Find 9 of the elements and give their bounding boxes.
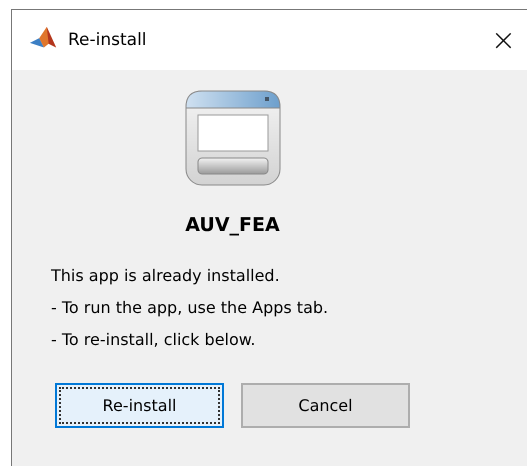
message-line: - To re-install, click below. xyxy=(51,329,256,351)
app-name: AUV_FEA xyxy=(185,214,280,236)
message-line: This app is already installed. xyxy=(51,265,281,287)
message-line: - To run the app, use the Apps tab. xyxy=(51,297,328,319)
close-button[interactable]: × xyxy=(490,22,516,58)
reinstall-button[interactable]: Re-install xyxy=(55,383,224,428)
app-window-icon xyxy=(184,90,280,186)
window-title: Re-install xyxy=(68,30,148,50)
cancel-button[interactable]: Cancel xyxy=(241,383,410,428)
